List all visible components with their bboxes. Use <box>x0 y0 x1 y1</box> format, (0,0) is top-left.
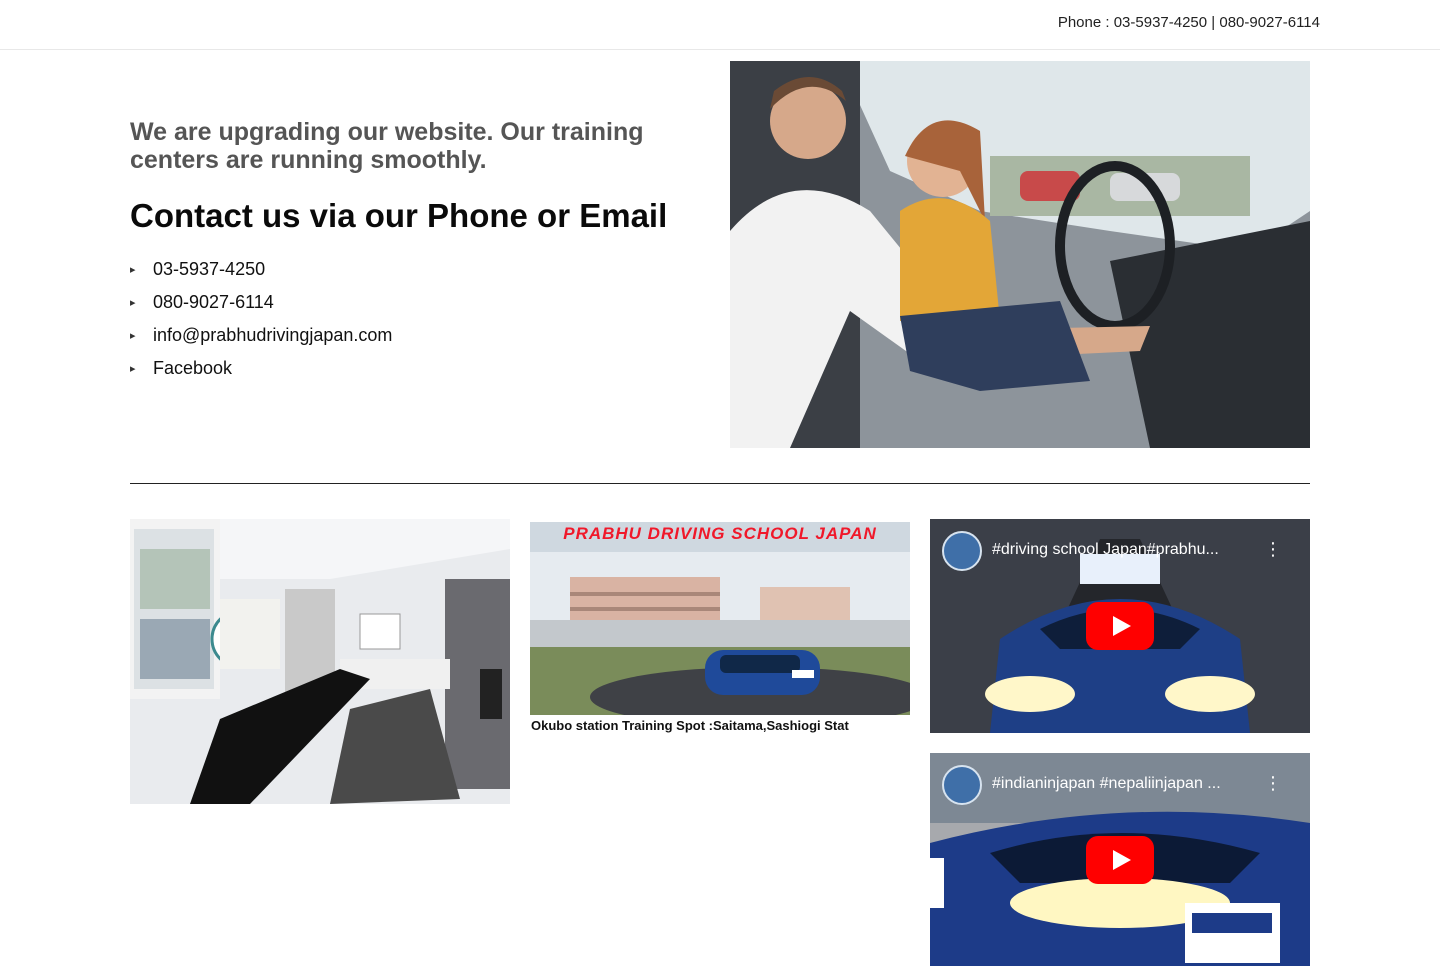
contact-facebook-link[interactable]: ▸ Facebook <box>130 352 710 385</box>
video-player-2[interactable]: #indianinjapan #nepaliinjapan ... ⋮ <box>930 753 1310 966</box>
top-bar: Phone : 03-5937-4250 | 080-9027-6114 <box>0 0 1440 50</box>
contact-heading: Contact us via our Phone or Email <box>130 197 668 234</box>
facebook-icon: ▸ <box>130 363 136 375</box>
play-button-icon[interactable] <box>1086 836 1154 884</box>
video-player-1[interactable]: #driving school Japan#prabhu... ⋮ <box>930 519 1310 733</box>
contact-facebook-text: Facebook <box>153 358 233 378</box>
channel-avatar[interactable] <box>942 531 982 571</box>
more-options-icon[interactable]: ⋮ <box>1264 539 1282 560</box>
mobile-icon: ▸ <box>130 297 136 309</box>
contact-mobile-text: 080-9027-6114 <box>153 292 274 312</box>
driving-lesson-photo <box>730 61 1310 448</box>
contact-email-text: info@prabhudrivingjapan.com <box>153 325 393 345</box>
phone-icon: ▸ <box>130 264 136 276</box>
school-photo: PRABHU DRIVING SCHOOL JAPAN Okubo statio… <box>530 522 910 737</box>
contact-email-link[interactable]: ▸ info@prabhudrivingjapan.com <box>130 319 710 352</box>
header-phone: Phone : 03-5937-4250 | 080-9027-6114 <box>1057 14 1320 31</box>
section-divider <box>130 483 1310 484</box>
contact-mobile-link[interactable]: ▸ 080-9027-6114 <box>130 286 710 319</box>
contact-section: We are upgrading our website. Our traini… <box>130 118 710 385</box>
school-title: PRABHU DRIVING SCHOOL JAPAN <box>563 524 877 543</box>
play-button-icon[interactable] <box>1086 602 1154 650</box>
envelope-icon: ▸ <box>130 330 136 342</box>
school-caption: Okubo station Training Spot :Saitama,Sas… <box>530 715 910 737</box>
upgrade-notice: We are upgrading our website. Our traini… <box>130 118 644 174</box>
contact-phone-link[interactable]: ▸ 03-5937-4250 <box>130 253 710 286</box>
office-photo <box>130 519 510 804</box>
contact-phone-text: 03-5937-4250 <box>153 259 266 279</box>
channel-avatar[interactable] <box>942 765 982 805</box>
video-1-title[interactable]: #driving school Japan#prabhu... <box>992 541 1262 559</box>
contact-list: ▸ 03-5937-4250 ▸ 080-9027-6114 ▸ info@pr… <box>130 253 710 385</box>
video-2-title[interactable]: #indianinjapan #nepaliinjapan ... <box>992 775 1262 793</box>
more-options-icon[interactable]: ⋮ <box>1264 773 1282 794</box>
